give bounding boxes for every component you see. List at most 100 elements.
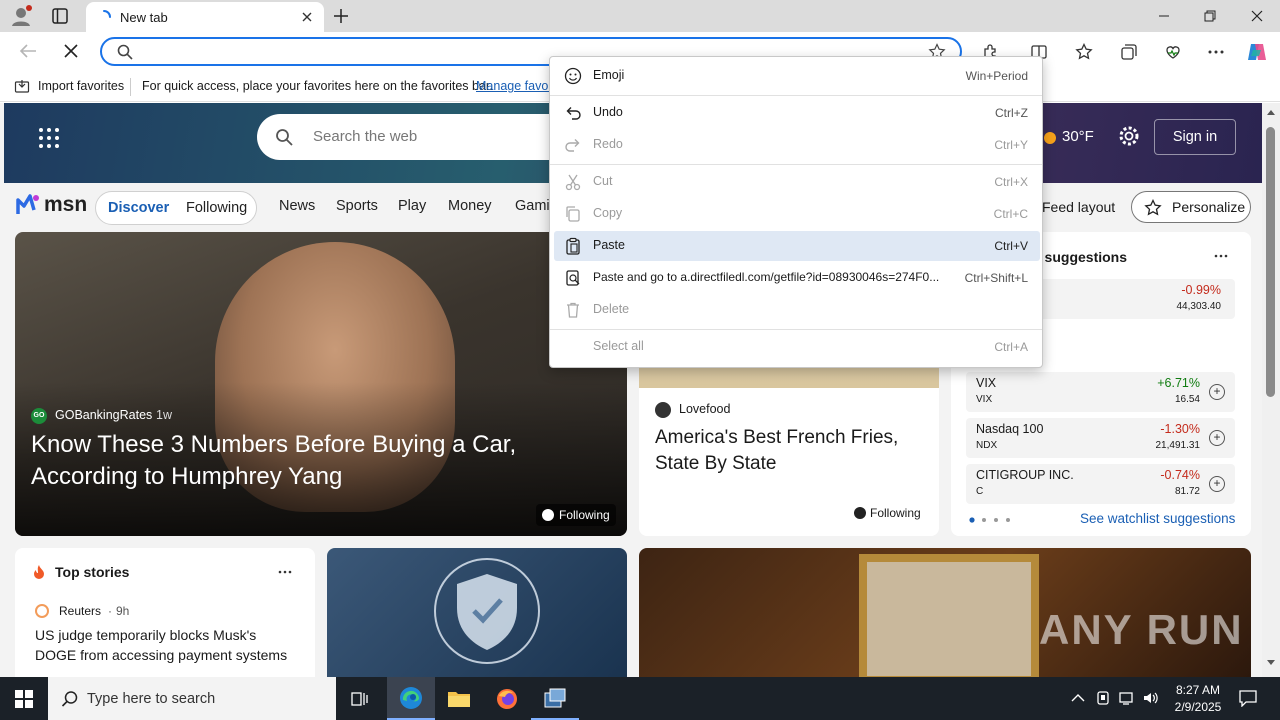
hero-news-card[interactable]: GO GOBankingRates · 1w Know These 3 Numb… xyxy=(15,232,627,536)
apps-grid-icon[interactable] xyxy=(38,127,60,149)
stop-loading-icon[interactable] xyxy=(63,43,79,59)
story-age: 9h xyxy=(116,604,130,618)
network-icon[interactable] xyxy=(1118,690,1136,706)
menu-item-redo[interactable]: Redo Ctrl+Y xyxy=(554,130,1040,160)
menu-item-cut[interactable]: Cut Ctrl+X xyxy=(554,167,1040,197)
scroll-thumb[interactable] xyxy=(1266,127,1275,397)
stock-price: 21,491.31 xyxy=(1155,440,1201,451)
task-view-button[interactable] xyxy=(336,677,384,720)
see-watchlist-link[interactable]: See watchlist suggestions xyxy=(1080,511,1235,526)
top-stories-title: Top stories xyxy=(55,564,130,580)
stock-row-ndx[interactable]: Nasdaq 100 NDX -1.30% 21,491.31 + xyxy=(966,418,1235,458)
more-options-icon[interactable] xyxy=(1213,248,1229,264)
add-stock-icon[interactable]: + xyxy=(1209,430,1225,446)
hero-headline[interactable]: Know These 3 Numbers Before Buying a Car… xyxy=(31,429,591,493)
hero-age-separator: · xyxy=(148,408,153,422)
show-hidden-icons-icon[interactable] xyxy=(1071,692,1085,704)
scroll-up-icon[interactable] xyxy=(1266,108,1276,116)
scroll-down-icon[interactable] xyxy=(1266,659,1276,667)
minimize-icon[interactable] xyxy=(1141,0,1187,32)
msn-search-input[interactable]: Search the web xyxy=(313,128,417,145)
food-headline[interactable]: America's Best French Fries, State By St… xyxy=(655,425,925,477)
back-icon[interactable] xyxy=(18,43,38,59)
restore-icon[interactable] xyxy=(1187,0,1233,32)
tab-discover[interactable]: Discover xyxy=(108,200,169,216)
taskbar-explorer-button[interactable] xyxy=(435,677,483,720)
nav-news[interactable]: News xyxy=(279,198,315,214)
story-headline[interactable]: US judge temporarily blocks Musk's DOGE … xyxy=(35,625,297,665)
clock-time[interactable]: 8:27 AM xyxy=(1172,683,1224,697)
menu-item-label: Undo xyxy=(593,105,623,119)
stock-change: -0.74% xyxy=(1160,468,1200,482)
nav-play[interactable]: Play xyxy=(398,198,426,214)
menu-item-select-all[interactable]: Select all Ctrl+A xyxy=(554,332,1040,362)
add-stock-icon[interactable]: + xyxy=(1209,476,1225,492)
msn-logo-text[interactable]: msn xyxy=(44,193,87,217)
menu-item-shortcut: Win+Period xyxy=(965,69,1028,83)
browser-essentials-icon[interactable] xyxy=(1160,40,1186,64)
menu-item-paste-and-go[interactable]: Paste and go to a.directfiledl.com/getfi… xyxy=(554,263,1040,293)
stock-row-vix[interactable]: VIX VIX +6.71% 16.54 + xyxy=(966,372,1235,412)
food-following-label[interactable]: Following xyxy=(870,506,921,520)
tab-strip: New tab xyxy=(0,0,1280,32)
sign-in-button[interactable]: Sign in xyxy=(1154,119,1236,155)
add-stock-icon[interactable]: + xyxy=(1209,384,1225,400)
tab-actions-icon[interactable] xyxy=(52,8,68,24)
search-icon xyxy=(61,690,79,708)
favorites-icon[interactable] xyxy=(1071,40,1097,64)
taskbar-firefox-button[interactable] xyxy=(483,677,531,720)
manage-favorites-link[interactable]: Manage favori xyxy=(476,79,555,93)
tab-following[interactable]: Following xyxy=(186,200,247,216)
close-window-icon[interactable] xyxy=(1234,0,1280,32)
food-source: Lovefood xyxy=(679,402,731,416)
menu-item-shortcut: Ctrl+X xyxy=(994,175,1028,189)
taskbar-search-box[interactable]: Type here to search xyxy=(48,677,336,720)
taskbar-search-input[interactable]: Type here to search xyxy=(87,691,215,707)
taskbar-edge-button[interactable] xyxy=(387,677,435,720)
tab-new-tab[interactable]: New tab xyxy=(86,2,324,32)
volume-icon[interactable] xyxy=(1142,690,1160,706)
close-tab-icon[interactable] xyxy=(300,10,314,24)
clock-date[interactable]: 2/9/2025 xyxy=(1168,700,1228,714)
import-favorites-link[interactable]: Import favorites xyxy=(38,79,124,93)
more-options-icon[interactable] xyxy=(277,564,293,580)
menu-item-emoji[interactable]: Emoji Win+Period xyxy=(554,61,1040,91)
profile-icon[interactable] xyxy=(10,5,32,27)
menu-item-label: Copy xyxy=(593,206,623,220)
settings-gear-icon[interactable] xyxy=(1118,125,1140,147)
menu-item-copy[interactable]: Copy Ctrl+C xyxy=(554,199,1040,229)
taskbar-app-button[interactable] xyxy=(531,677,579,720)
copilot-icon[interactable] xyxy=(1244,40,1270,64)
menu-item-delete[interactable]: Delete xyxy=(554,295,1040,325)
stock-symbol: C xyxy=(976,486,984,497)
menu-item-shortcut: Ctrl+V xyxy=(994,239,1028,253)
watchlist-title: t suggestions xyxy=(1036,249,1128,265)
carousel-dots[interactable] xyxy=(969,517,1013,523)
settings-more-icon[interactable] xyxy=(1203,40,1229,64)
notifications-icon[interactable] xyxy=(1238,689,1258,707)
msn-logo-icon[interactable] xyxy=(16,192,42,218)
msn-search-box[interactable]: Search the web xyxy=(257,114,577,160)
menu-item-shortcut: Ctrl+C xyxy=(993,207,1028,221)
stock-name: Nasdaq 100 xyxy=(976,422,1044,436)
start-button[interactable] xyxy=(0,677,48,720)
personalize-button[interactable]: Personalize xyxy=(1131,191,1251,223)
page-scrollbar[interactable] xyxy=(1262,103,1280,677)
weather-temperature[interactable]: 30°F xyxy=(1062,128,1094,145)
stock-symbol: VIX xyxy=(976,394,993,405)
menu-item-paste[interactable]: Paste Ctrl+V xyxy=(554,231,1040,261)
device-icon[interactable] xyxy=(1095,690,1111,706)
collections-icon[interactable] xyxy=(1116,40,1142,64)
menu-item-undo[interactable]: Undo Ctrl+Z xyxy=(554,98,1040,128)
feed-layout-button[interactable]: Feed layout xyxy=(1036,191,1122,223)
stock-row-citigroup[interactable]: CITIGROUP INC. C -0.74% 81.72 + xyxy=(966,464,1235,504)
feature-news-card[interactable]: ANY RUN xyxy=(639,548,1251,677)
nav-sports[interactable]: Sports xyxy=(336,198,378,214)
favorites-hint: For quick access, place your favorites h… xyxy=(142,79,493,93)
hero-following-badge[interactable]: Following xyxy=(536,504,616,526)
nav-money[interactable]: Money xyxy=(448,198,492,214)
stock-change: -0.99% xyxy=(1181,283,1221,297)
new-tab-icon[interactable] xyxy=(332,7,350,25)
security-news-card[interactable] xyxy=(327,548,627,677)
story-source: Reuters xyxy=(59,604,102,618)
